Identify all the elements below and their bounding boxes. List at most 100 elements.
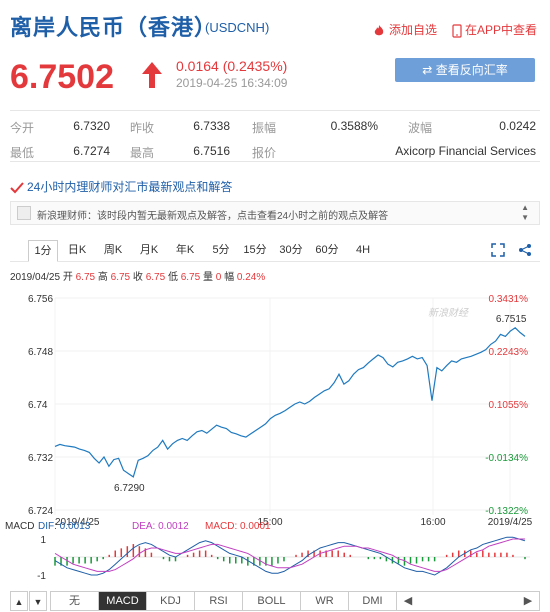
app-view-button[interactable]: 在APP中查看 — [452, 21, 537, 38]
percent-tick-label: -0.1322% — [485, 506, 528, 517]
tab-yearly[interactable]: 年K — [172, 240, 198, 262]
tab-macd[interactable]: MACD — [99, 592, 147, 610]
percent-tick-label: 0.3431% — [489, 294, 529, 305]
price-line — [54, 327, 526, 478]
scroll-left-button[interactable]: ◀ — [397, 592, 419, 610]
chart-tools — [490, 243, 532, 260]
quoter-value: Axicorp Financial Services — [395, 144, 536, 158]
tab-boll[interactable]: BOLL — [243, 592, 301, 610]
zoom-out-button[interactable]: ▼ — [29, 591, 47, 611]
tab-kdj[interactable]: KDJ — [147, 592, 195, 610]
ohlc-amp-label: 幅 — [224, 272, 235, 283]
page-title: 离岸人民币（香港） — [10, 15, 218, 40]
x-tick-label: 2019/4/25 — [488, 517, 533, 528]
tab-60min[interactable]: 60分 — [314, 240, 340, 262]
ohlc-low-label: 低 — [167, 272, 178, 283]
annotation-label: 6.7290 — [114, 483, 145, 494]
y-axis: 6.756 6.748 6.74 6.732 6.724 — [28, 294, 53, 517]
macd-legend-label: DEA: 0.0012 — [132, 521, 189, 532]
macd-y-tick: -1 — [37, 571, 46, 582]
macd-y-tick: 1 — [40, 535, 46, 546]
symbol-code: (USDCNH) — [205, 20, 270, 35]
percent-axis: 0.3431% 0.2243% 0.1055% -0.0134% -0.1322% — [485, 294, 528, 517]
intraday-chart[interactable]: 新浪财经 6.756 6.748 6.74 6.732 6.724 0.3431% 0.2… — [0, 288, 550, 588]
annotation-label: 6.7515 — [496, 314, 527, 325]
tab-15min[interactable]: 15分 — [242, 240, 268, 262]
scroll-arrows[interactable]: ▲ ▼ — [521, 203, 529, 223]
up-arrow-icon — [142, 62, 162, 88]
ohlc-open-label: 开 — [62, 272, 73, 283]
percent-tick-label: 0.2243% — [489, 347, 529, 358]
high-label: 最高 — [130, 146, 155, 160]
macd-panel: MACD DIF: 0.0013 DEA: 0.0012 MACD: 0.0001 1 -… — [5, 521, 530, 582]
current-price: 6.7502 — [10, 58, 114, 96]
x-axis: 2019/4/25 15:00 16:00 2019/4/25 — [55, 517, 533, 528]
tab-daily[interactable]: 日K — [64, 240, 90, 262]
fullscreen-icon[interactable] — [490, 243, 505, 257]
ohlc-open: 6.75 — [75, 272, 96, 283]
prev-close-label: 昨收 — [130, 121, 155, 135]
add-favorite-label: 添加自选 — [389, 23, 438, 37]
y-tick-label: 6.724 — [28, 506, 53, 517]
period-tabs: 1分 日K 周K 月K 年K 5分 15分 30分 60分 4H — [10, 240, 540, 262]
chevron-down-icon[interactable]: ▼ — [521, 213, 529, 223]
tab-weekly[interactable]: 周K — [100, 240, 126, 262]
prev-close-value: 6.7338 — [193, 119, 230, 133]
y-tick-label: 6.756 — [28, 294, 53, 305]
ohlc-amp: 0.24% — [236, 272, 266, 283]
checkmark-icon — [10, 182, 24, 194]
high-value: 6.7516 — [193, 144, 230, 158]
tab-none[interactable]: 无 — [51, 592, 99, 610]
open-value: 6.7320 — [73, 119, 110, 133]
price-change: 0.0164 (0.2435%) — [176, 58, 288, 74]
analysis-header[interactable]: 24小时内理财师对汇市最新观点和解答 — [10, 178, 232, 195]
phone-icon — [452, 24, 462, 38]
avatar — [17, 206, 31, 220]
macd-legend-label: MACD: 0.0001 — [205, 521, 271, 532]
tab-wr[interactable]: WR — [301, 592, 349, 610]
header: 离岸人民币（香港） (USDCNH) 添加自选 在APP中查看 — [0, 0, 550, 52]
reverse-rate-label: 查看反向汇率 CNHUSD — [435, 63, 508, 101]
quoter-label: 报价 — [252, 146, 277, 160]
range-label: 波幅 — [408, 121, 433, 135]
percent-tick-label: -0.0134% — [485, 453, 528, 464]
dif-line — [54, 536, 526, 576]
tab-dmi[interactable]: DMI — [349, 592, 397, 610]
range-value: 0.0242 — [499, 119, 536, 133]
tab-rsi[interactable]: RSI — [195, 592, 243, 610]
amplitude-label: 振幅 — [252, 121, 277, 135]
tab-5min[interactable]: 5分 — [208, 240, 234, 262]
add-favorite-button[interactable]: 添加自选 — [372, 21, 437, 38]
tab-monthly[interactable]: 月K — [136, 240, 162, 262]
share-icon[interactable] — [518, 243, 532, 257]
watermark: 新浪财经 — [428, 307, 469, 319]
open-label: 今开 — [10, 121, 35, 135]
scroll-right-button[interactable]: ▶ — [517, 592, 539, 610]
ohlc-date: 2019/04/25 — [10, 272, 61, 283]
analysis-title: 24小时内理财师对汇市最新观点和解答 — [27, 180, 233, 194]
low-label: 最低 — [10, 146, 35, 160]
amplitude-value: 0.3588% — [330, 119, 378, 133]
swap-icon: ⇄ — [422, 63, 436, 77]
ohlc-low: 6.75 — [180, 272, 201, 283]
stats-panel: 今开 6.7320 昨收 6.7338 振幅 0.3588% 波幅 0.0242… — [10, 110, 540, 162]
y-tick-label: 6.748 — [28, 347, 53, 358]
zoom-in-button[interactable]: ▲ — [10, 591, 28, 611]
chevron-up-icon[interactable]: ▲ — [521, 203, 529, 213]
tab-1min[interactable]: 1分 — [28, 240, 58, 262]
y-tick-label: 6.74 — [28, 400, 48, 411]
app-view-label: 在APP中查看 — [465, 23, 538, 37]
ohlc-volume: 0 — [215, 272, 222, 283]
ohlc-summary: 2019/04/25 开 6.75 高 6.75 收 6.75 低 6.75 量… — [10, 268, 265, 283]
macd-legend-label: MACD — [5, 521, 34, 532]
y-tick-label: 6.732 — [28, 453, 53, 464]
tab-4h[interactable]: 4H — [350, 240, 376, 262]
chart-nav: ▲ ▼ — [10, 591, 48, 611]
ohlc-close: 6.75 — [145, 272, 166, 283]
quote-timestamp: 2019-04-25 16:34:09 — [176, 76, 288, 90]
tab-30min[interactable]: 30分 — [278, 240, 304, 262]
reverse-rate-button[interactable]: ⇄ 查看反向汇率 CNHUSD — [395, 58, 535, 101]
ohlc-high-label: 高 — [97, 272, 108, 283]
ohlc-volume-label: 量 — [202, 272, 213, 283]
analysis-notice[interactable]: 新浪理财师：该时段内暂无最新观点及解答，点击查看24小时之前的观点及解答 ▲ ▼ — [10, 201, 540, 225]
